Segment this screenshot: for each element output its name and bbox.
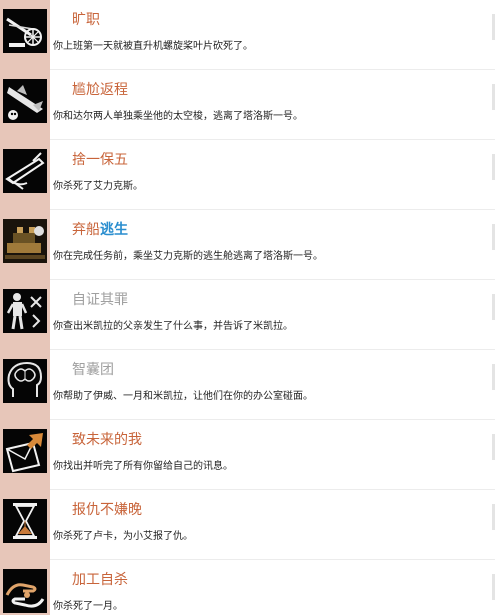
icon-frame: [0, 0, 50, 70]
icon-frame: [0, 280, 50, 350]
achievement-description: 你查出米凯拉的父亲发生了什么事，并告诉了米凯拉。: [53, 321, 293, 332]
icon-frame: [0, 350, 50, 420]
achievement-description: 你上班第一天就被直升机螺旋桨叶片砍死了。: [53, 41, 253, 52]
achievement-title: 致未来的我: [72, 432, 142, 448]
achievement-row-awkward-return[interactable]: 尴尬返程 你和达尔两人单独乘坐他的太空梭，逃离了塔洛斯一号。: [0, 70, 495, 140]
escape-pod-icon: [3, 219, 47, 263]
achievement-title: 自证其罪: [72, 292, 128, 308]
helicopter-rotor-icon: [3, 9, 47, 53]
icon-frame: [0, 70, 50, 140]
space-shuttle-icon: [3, 79, 47, 123]
achievement-description: 你杀死了一月。: [53, 601, 123, 612]
achievement-title: 弃船逃生: [72, 222, 128, 238]
achievement-description: 你和达尔两人单独乘坐他的太空梭，逃离了塔洛斯一号。: [53, 111, 303, 122]
achievement-row-think-tank[interactable]: 智囊团 你帮助了伊威、一月和米凯拉，让他们在你的办公室碰面。: [0, 350, 495, 420]
achievement-description: 你帮助了伊威、一月和米凯拉，让他们在你的办公室碰面。: [53, 391, 313, 402]
achievement-description: 你杀死了艾力克斯。: [53, 181, 143, 192]
achievement-description: 你找出并听完了所有你留给自己的讯息。: [53, 461, 233, 472]
achievement-title: 尴尬返程: [72, 82, 128, 98]
standing-figure-icon: [3, 289, 47, 333]
achievement-row-abandon-ship[interactable]: 弃船逃生 你在完成任务前，乘坐艾力克斯的逃生舱逃离了塔洛斯一号。: [0, 210, 495, 280]
achievement-row-revenge[interactable]: 报仇不嫌晚 你杀死了卢卡，为小艾报了仇。: [0, 490, 495, 560]
hands-icon: [3, 569, 47, 613]
achievement-description: 你在完成任务前，乘坐艾力克斯的逃生舱逃离了塔洛斯一号。: [53, 251, 323, 262]
icon-frame: [0, 420, 50, 490]
achievement-list: 旷职 你上班第一天就被直升机螺旋桨叶片砍死了。 尴尬返程 你和达尔两人单独乘坐他…: [0, 0, 495, 615]
achievement-row-assisted-suicide[interactable]: 加工自杀 你杀死了一月。: [0, 560, 495, 615]
rifle-icon: [3, 149, 47, 193]
achievement-title: 报仇不嫌晚: [72, 502, 142, 518]
achievement-title: 旷职: [72, 12, 100, 28]
brain-head-icon: [3, 359, 47, 403]
achievement-row-to-future-me[interactable]: 致未来的我 你找出并听完了所有你留给自己的讯息。: [0, 420, 495, 490]
achievement-title: 捨一保五: [72, 152, 128, 168]
title-highlight: 逃生: [100, 222, 128, 238]
icon-frame: [0, 140, 50, 210]
envelope-arrow-icon: [3, 429, 47, 473]
icon-frame: [0, 490, 50, 560]
hourglass-icon: [3, 499, 47, 543]
icon-frame: [0, 210, 50, 280]
achievement-row-sacrifice[interactable]: 捨一保五 你杀死了艾力克斯。: [0, 140, 495, 210]
achievement-title: 加工自杀: [72, 572, 128, 588]
icon-frame: [0, 560, 50, 615]
achievement-row-dereliction[interactable]: 旷职 你上班第一天就被直升机螺旋桨叶片砍死了。: [0, 0, 495, 70]
achievement-description: 你杀死了卢卡，为小艾报了仇。: [53, 531, 193, 542]
achievement-row-self-incrimination[interactable]: 自证其罪 你查出米凯拉的父亲发生了什么事，并告诉了米凯拉。: [0, 280, 495, 350]
achievement-title: 智囊团: [72, 362, 114, 378]
